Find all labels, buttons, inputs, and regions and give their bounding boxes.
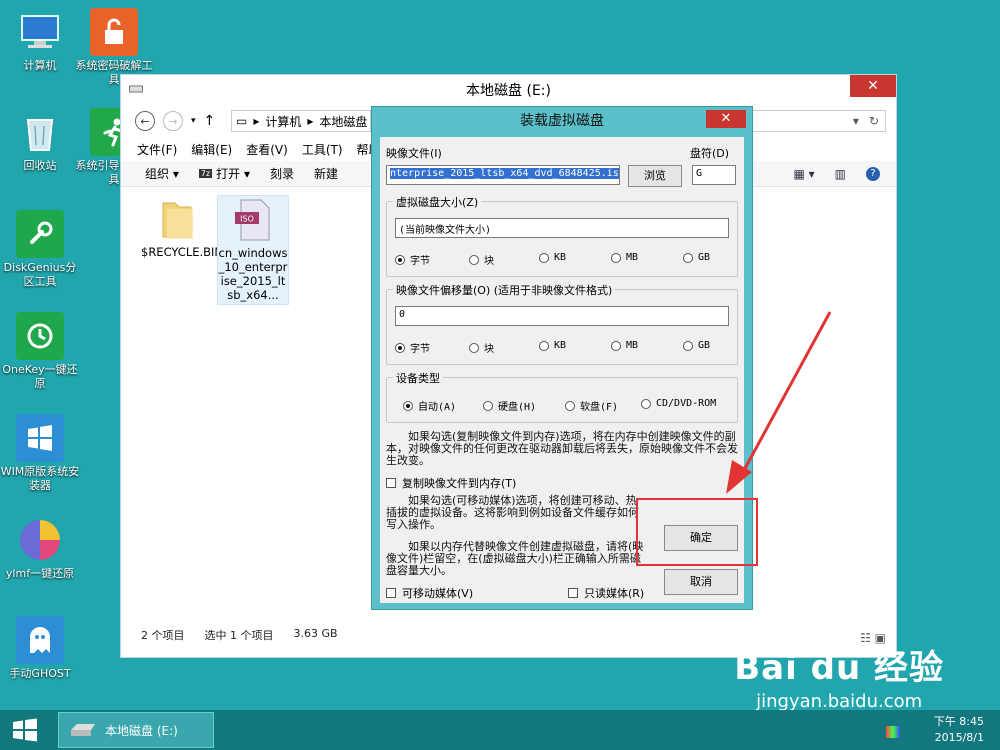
tray-icon[interactable]	[886, 726, 900, 738]
taskbar: 本地磁盘 (E:) 下午 8:45 2015/8/1	[0, 710, 1000, 750]
windows-start-icon[interactable]	[10, 718, 40, 742]
clock[interactable]: 下午 8:45 2015/8/1	[934, 714, 984, 746]
taskbar-item-label: 本地磁盘 (E:)	[105, 723, 178, 738]
drive-icon	[69, 720, 97, 741]
annotation-arrow	[726, 311, 832, 494]
clock-date: 2015/8/1	[934, 731, 984, 744]
clock-time: 下午 8:45	[933, 715, 984, 728]
watermark-site: jingyan.baidu.com	[756, 691, 923, 712]
baidu-watermark: Bai du 经验 jingyan.baidu.com	[734, 640, 944, 712]
watermark-brand: Bai du 经验	[734, 648, 944, 688]
taskbar-item-explorer[interactable]: 本地磁盘 (E:)	[58, 712, 214, 748]
